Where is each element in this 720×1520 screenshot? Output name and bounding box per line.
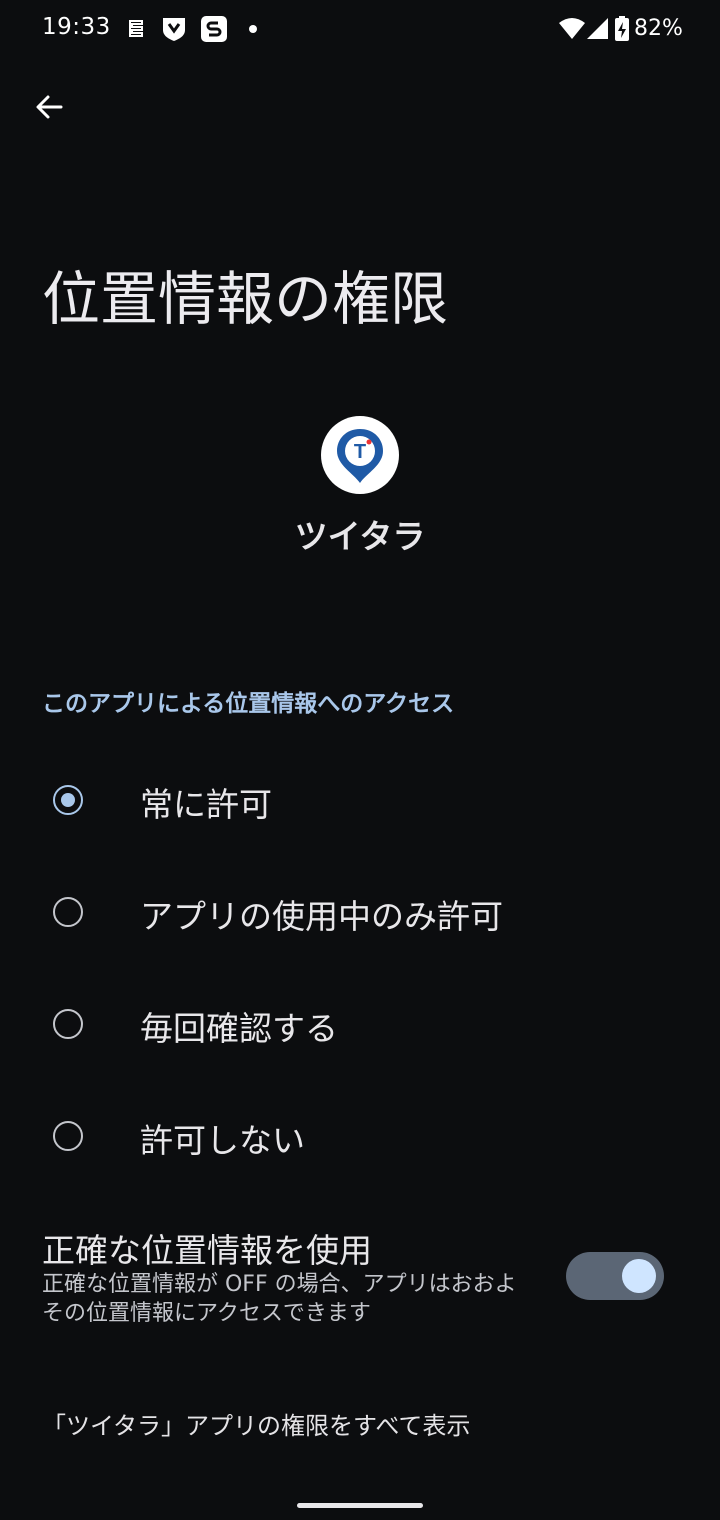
back-button[interactable] [24, 82, 74, 132]
option-label: 許可しない [140, 1121, 305, 1160]
toggle-knob [622, 1259, 656, 1293]
wifi-icon [558, 15, 586, 43]
battery-percent: 82% [634, 16, 683, 41]
signal-icon [586, 15, 610, 43]
radio-unchecked-icon[interactable] [53, 897, 83, 927]
section-header: このアプリによる位置情報へのアクセス [42, 691, 455, 717]
battery-charging-icon [614, 15, 630, 43]
dot-icon [248, 15, 258, 43]
precise-location-title: 正確な位置情報を使用 [42, 1231, 372, 1270]
precise-location-setting[interactable]: 正確な位置情報を使用 正確な位置情報が OFF の場合、アプリはおおよその位置情… [0, 1218, 720, 1338]
option-always-allow[interactable]: 常に許可 [0, 752, 720, 852]
option-deny[interactable]: 許可しない [0, 1088, 720, 1188]
home-indicator[interactable] [297, 1503, 423, 1508]
status-time: 19:33 [42, 14, 111, 40]
app-name: ツイタラ [294, 517, 426, 556]
radio-unchecked-icon[interactable] [53, 1121, 83, 1151]
page-title: 位置情報の権限 [42, 265, 449, 333]
status-bar: 19:33 82% [0, 0, 720, 60]
radio-unchecked-icon[interactable] [53, 1009, 83, 1039]
app-icon: T [321, 416, 399, 494]
option-label: 常に許可 [140, 785, 272, 824]
radio-checked-icon[interactable] [53, 785, 83, 815]
shield-app-icon [160, 15, 188, 43]
option-ask-every-time[interactable]: 毎回確認する [0, 976, 720, 1076]
arrow-back-icon [36, 95, 63, 119]
option-allow-while-using[interactable]: アプリの使用中のみ許可 [0, 864, 720, 964]
svg-text:T: T [354, 441, 366, 463]
all-permissions-link[interactable]: 「ツイタラ」アプリの権限をすべて表示 [42, 1406, 470, 1441]
option-label: アプリの使用中のみ許可 [140, 897, 503, 936]
precise-location-description: 正確な位置情報が OFF の場合、アプリはおおよその位置情報にアクセスできます [42, 1272, 517, 1326]
option-label: 毎回確認する [140, 1009, 338, 1048]
notification-app-icon [124, 15, 148, 43]
map-pin-icon: T [337, 429, 383, 483]
precise-location-toggle[interactable] [566, 1252, 664, 1300]
s-app-icon [200, 15, 228, 43]
